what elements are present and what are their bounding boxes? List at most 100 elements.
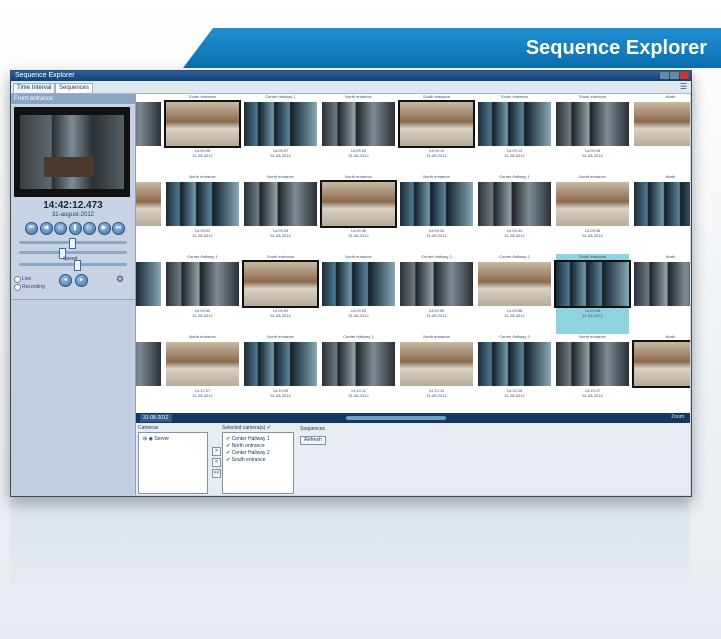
selected-item[interactable]: ✔ Center Hallway 2	[226, 450, 270, 456]
thumbnail-cell[interactable]: Center Hallway 2 14:10:15 31-08-2012	[478, 334, 551, 413]
thumbnail-image[interactable]	[554, 260, 631, 308]
thumbnail-cell[interactable]	[136, 254, 161, 334]
timeline-scrollbar[interactable]	[346, 416, 446, 420]
thumbnail-cell[interactable]: North entrance 14:09:30 31-08-2012	[320, 174, 397, 254]
thumbnail-cell[interactable]: North	[634, 254, 690, 334]
thumbnail-image[interactable]	[398, 100, 475, 148]
thumbnail-cell[interactable]: North entrance 14:09:09 31-08-2012	[322, 94, 395, 174]
selected-item[interactable]: ✔ South entrance	[226, 457, 266, 463]
recording-radio[interactable]	[14, 284, 21, 291]
close-button[interactable]	[680, 72, 689, 79]
settings-icon[interactable]: ☰	[680, 82, 687, 91]
thumbnail-image[interactable]	[136, 262, 161, 306]
thumbnail-cell[interactable]: North entrance 14:09:32 31-08-2012	[400, 174, 473, 254]
thumbnail-cell[interactable]: South entrance 14:09:52 31-08-2012	[242, 254, 319, 334]
thumbnail-cell[interactable]: South entrance 14:09:11 31-08-2012	[398, 94, 475, 174]
thumbnail-image[interactable]	[164, 100, 241, 148]
thumbnail-image[interactable]	[166, 342, 239, 386]
thumbnail-cell[interactable]: North entrance 14:10:17 31-08-2012	[556, 334, 629, 413]
thumbnail-cell[interactable]	[136, 174, 161, 254]
thumbnail-cell[interactable]: North entrance 14:10:13 31-08-2012	[400, 334, 473, 413]
thumbnail-image[interactable]	[400, 262, 473, 306]
thumbnail-cell[interactable]: Center Hallway 1 14:09:50 31-08-2012	[166, 254, 239, 334]
timeline-date[interactable]: 31-08-2012	[140, 414, 172, 422]
thumbnail-image[interactable]	[322, 102, 395, 146]
timeline-zoom[interactable]: Zoom	[671, 414, 684, 420]
thumbnail-cell[interactable]: Center Hallway 2 14:09:55 31-08-2012	[400, 254, 473, 334]
tab-sequences[interactable]: Sequences	[55, 83, 94, 94]
thumbnail-cell[interactable]: North entrance 14:09:36 31-08-2012	[556, 174, 629, 254]
thumbnail-image[interactable]	[478, 262, 551, 306]
play-reverse-button[interactable]: ◁	[54, 222, 67, 235]
thumbnail-image[interactable]	[634, 182, 690, 226]
thumbnail-image[interactable]	[556, 102, 629, 146]
thumbnail-image[interactable]	[556, 182, 629, 226]
thumbnail-cell[interactable]: North entrance 14:10:09 31-08-2012	[244, 334, 317, 413]
selected-item[interactable]: ✔ North entrance	[226, 443, 265, 449]
live-preview[interactable]	[14, 107, 130, 197]
thumbnail-cell[interactable]: Center Hallway 1 14:09:34 31-08-2012	[478, 174, 551, 254]
thumbnail-image[interactable]	[136, 102, 161, 146]
thumbnail-cell[interactable]: South entrance 14:09:15 31-08-2012	[556, 94, 629, 174]
prev-sequence-button[interactable]: ⏮	[25, 222, 38, 235]
thumbnail-image[interactable]	[166, 182, 239, 226]
thumbnail-image[interactable]	[320, 180, 397, 228]
thumbnail-cell[interactable]: North	[634, 174, 690, 254]
speed-slider[interactable]	[19, 238, 127, 249]
thumbnail-cell[interactable]	[136, 94, 161, 174]
minimize-button[interactable]	[660, 72, 669, 79]
selected-camera-list[interactable]: ✔ Center Hallway 1 ✔ North entrance ✔ Ce…	[222, 432, 294, 494]
step-left-button[interactable]: ◂	[59, 274, 72, 287]
thumbnail-image[interactable]	[634, 102, 690, 146]
thumbnail-image[interactable]	[478, 102, 551, 146]
tab-time-interval[interactable]: Time Interval	[13, 83, 56, 94]
thumbnail-image[interactable]	[634, 262, 690, 306]
step-right-button[interactable]: ▸	[75, 274, 88, 287]
thumbnail-image[interactable]	[400, 342, 473, 386]
refresh-button[interactable]: Refresh	[300, 436, 326, 445]
thumbnail-cell[interactable]: North entrance 14:09:53 31-08-2012	[322, 254, 395, 334]
step-back-button[interactable]: ◀	[39, 222, 53, 235]
thumbnail-cell[interactable]	[136, 334, 161, 413]
thumbnail-image[interactable]	[166, 262, 239, 306]
play-button[interactable]: ▷	[83, 222, 96, 235]
thumbnail-image[interactable]	[244, 342, 317, 386]
speed-slider-thumb[interactable]	[69, 238, 76, 249]
interval-slider[interactable]	[19, 248, 127, 259]
step-forward-button[interactable]: ▶	[97, 222, 111, 235]
thumbnail-image[interactable]	[244, 182, 317, 226]
thumbnail-image[interactable]	[244, 102, 317, 146]
thumbnail-image[interactable]	[632, 340, 690, 388]
thumbnail-cell[interactable]: North	[632, 334, 690, 413]
thumbnail-cell[interactable]: Center Hallway 2 14:09:56 31-08-2012	[478, 254, 551, 334]
thumbnail-image[interactable]	[478, 342, 551, 386]
pause-button[interactable]: ❚	[68, 222, 82, 235]
thumbnail-image[interactable]	[478, 182, 551, 226]
add-camera-button[interactable]: >	[212, 447, 221, 456]
thumbnail-cell[interactable]: North entrance 14:10:07 31-08-2012	[166, 334, 239, 413]
maximize-button[interactable]	[670, 72, 679, 79]
camera-tree[interactable]: ⊞ ◉ Server	[138, 432, 208, 494]
thumbnail-cell[interactable]: North	[634, 94, 690, 174]
thumbnail-cell[interactable]: South entrance 14:09:13 31-08-2012	[478, 94, 551, 174]
thumbnail-cell[interactable]: North entrance 14:09:24 31-08-2012	[244, 174, 317, 254]
thumbnail-cell[interactable]: North entrance 14:09:22 31-08-2012	[166, 174, 239, 254]
zoom-slider-thumb[interactable]	[74, 260, 81, 271]
live-radio[interactable]	[14, 276, 21, 283]
thumbnail-image[interactable]	[136, 182, 161, 226]
thumbnail-cell[interactable]: Center Hallway 2 14:10:11 31-08-2012	[322, 334, 395, 413]
thumbnail-image[interactable]	[242, 260, 319, 308]
remove-camera-button[interactable]: <	[212, 458, 221, 467]
thumbnail-image[interactable]	[136, 342, 161, 386]
thumbnail-cell[interactable]: South entrance 14:09:58 31-08-2012	[554, 254, 631, 334]
thumbnail-image[interactable]	[556, 342, 629, 386]
zoom-slider[interactable]	[19, 260, 127, 271]
server-node[interactable]: ⊞ ◉ Server	[143, 436, 169, 442]
thumbnail-cell[interactable]: Center Hallway 1 14:09:07 31-08-2012	[244, 94, 317, 174]
thumbnail-cell[interactable]: South entrance 14:09:05 31-08-2012	[164, 94, 241, 174]
next-sequence-button[interactable]: ⏭	[112, 222, 125, 235]
selected-item[interactable]: ✔ Center Hallway 1	[226, 436, 270, 442]
thumbnail-image[interactable]	[400, 182, 473, 226]
remove-all-button[interactable]: <<	[212, 469, 221, 478]
camera-icon[interactable]: ⚙	[116, 274, 124, 285]
